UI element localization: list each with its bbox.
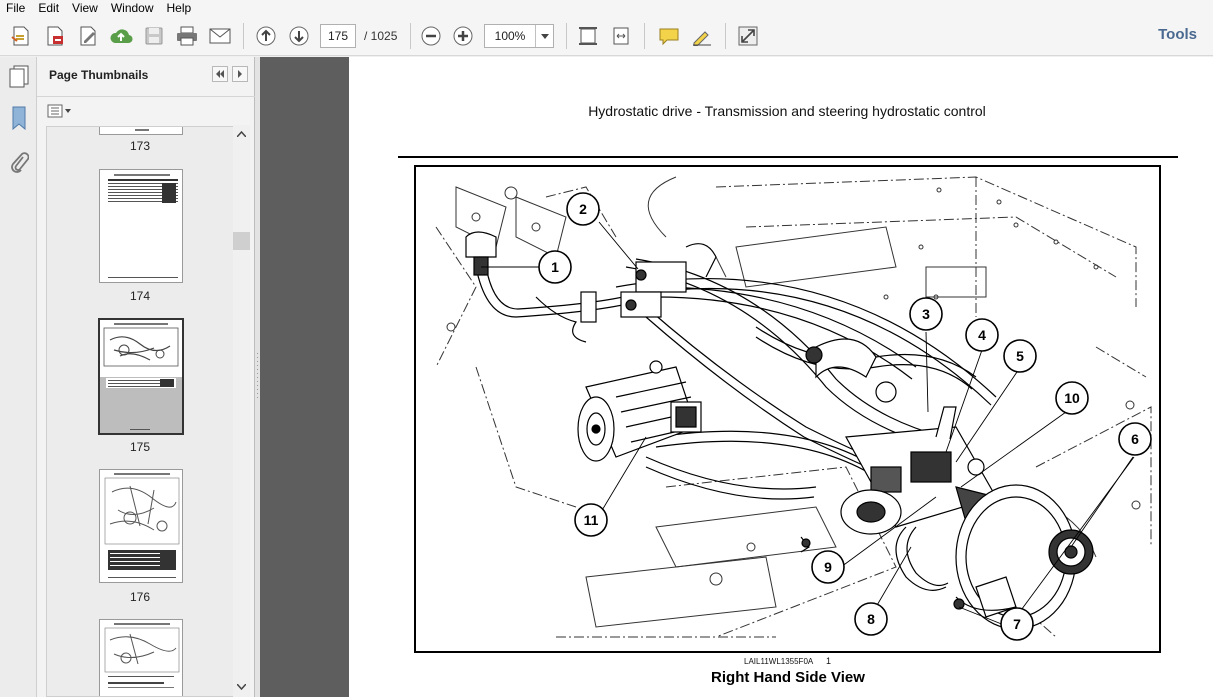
print-icon[interactable]	[172, 21, 202, 51]
menu-bar: File Edit View Window Help	[0, 0, 1213, 16]
fit-page-icon[interactable]	[573, 21, 603, 51]
menu-window[interactable]: Window	[104, 1, 160, 15]
save-icon[interactable]	[139, 21, 169, 51]
thumbnail-options-icon[interactable]	[47, 103, 73, 119]
expand-icon[interactable]	[733, 21, 763, 51]
page-up-icon[interactable]	[251, 21, 281, 51]
email-icon[interactable]	[205, 21, 235, 51]
figure-number: 1	[826, 656, 832, 666]
thumbnail-list[interactable]: 173 174 175 176	[46, 126, 240, 697]
callout-2: 2	[579, 201, 587, 217]
thumbnail-page-175[interactable]	[98, 318, 184, 435]
scroll-down-icon[interactable]	[235, 680, 248, 693]
menu-file[interactable]: File	[0, 1, 31, 15]
page-thumbnails-icon[interactable]	[6, 63, 32, 89]
zoom-in-icon[interactable]	[448, 21, 478, 51]
expand-panel-icon[interactable]	[232, 66, 248, 82]
comment-icon[interactable]	[654, 21, 684, 51]
thumbnail-page-174[interactable]	[99, 169, 183, 283]
scrollbar-thumb[interactable]	[233, 232, 250, 250]
upload-icon[interactable]	[106, 21, 136, 51]
menu-edit[interactable]: Edit	[31, 1, 65, 15]
thumbnail-page-173[interactable]	[99, 127, 183, 135]
menu-help[interactable]: Help	[160, 1, 198, 15]
attachment-icon[interactable]	[6, 149, 32, 175]
zoom-value: 100%	[494, 29, 526, 43]
scroll-up-icon[interactable]	[235, 127, 248, 140]
page-total: / 1025	[364, 29, 398, 43]
document-viewer[interactable]: Hydrostatic drive - Transmission and ste…	[260, 57, 1213, 697]
zoom-select[interactable]: 100%	[484, 24, 554, 48]
toolbar: 175 / 1025 100% Tools	[0, 16, 1213, 56]
collapse-panel-icon[interactable]	[212, 66, 228, 82]
callout-3: 3	[922, 306, 930, 322]
thumbnail-page-177[interactable]	[99, 619, 183, 696]
thumbnails-panel: Page Thumbnails 173 174 175 176	[37, 57, 255, 697]
callout-4: 4	[978, 327, 986, 343]
bookmark-icon[interactable]	[6, 105, 32, 131]
panel-header: Page Thumbnails	[37, 57, 255, 97]
callout-10: 10	[1064, 390, 1080, 406]
export-pdf-icon[interactable]	[40, 21, 70, 51]
page-down-icon[interactable]	[284, 21, 314, 51]
sign-icon[interactable]	[687, 21, 717, 51]
thumbnail-label: 176	[129, 590, 151, 604]
callout-8: 8	[867, 611, 875, 627]
fit-width-icon[interactable]	[606, 21, 636, 51]
chevron-down-icon[interactable]	[535, 25, 553, 47]
create-icon[interactable]	[6, 21, 36, 51]
thumbnail-scrollbar[interactable]	[233, 125, 250, 697]
navigation-pane	[0, 57, 37, 697]
page-number-input[interactable]: 175	[320, 24, 356, 48]
thumbnail-page-176[interactable]	[99, 469, 183, 583]
technical-drawing: 1 2 3 4 5 6 7 8 9 10 11	[414, 165, 1161, 653]
pdf-page: Hydrostatic drive - Transmission and ste…	[349, 57, 1213, 697]
figure-caption: Right Hand Side View	[711, 669, 865, 686]
zoom-out-icon[interactable]	[416, 21, 446, 51]
edit-icon[interactable]	[73, 21, 103, 51]
page-header: Hydrostatic drive - Transmission and ste…	[588, 103, 986, 119]
figure-code: LAIL11WL1355F0A	[744, 657, 814, 666]
callout-5: 5	[1016, 348, 1024, 364]
header-rule	[398, 156, 1178, 158]
callout-9: 9	[824, 559, 832, 575]
thumbnail-label: 174	[129, 289, 151, 303]
tools-button[interactable]: Tools	[1158, 26, 1197, 43]
callout-6: 6	[1131, 431, 1139, 447]
menu-view[interactable]: View	[65, 1, 104, 15]
panel-title: Page Thumbnails	[49, 68, 149, 82]
callout-1: 1	[551, 259, 559, 275]
thumbnail-label: 173	[129, 139, 151, 153]
thumbnail-label: 175	[129, 440, 151, 454]
callout-7: 7	[1013, 616, 1021, 632]
callout-11: 11	[584, 512, 599, 528]
